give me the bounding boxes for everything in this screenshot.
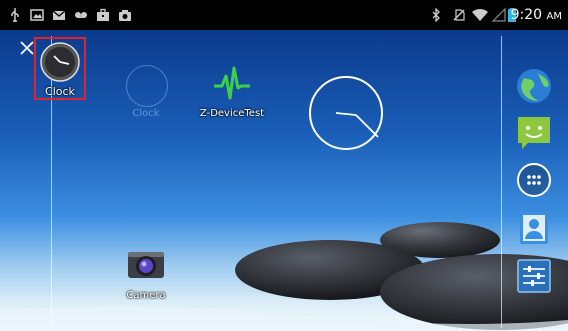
contacts-icon[interactable]	[516, 210, 552, 246]
z-devicetest-app[interactable]: Z-DeviceTest	[194, 64, 270, 122]
camera-icon	[128, 252, 164, 278]
clock-placeholder[interactable]: Clock	[118, 65, 174, 123]
camera-notification-icon	[119, 10, 131, 21]
camera-label: Camera	[126, 290, 166, 301]
placeholder-circle-icon	[126, 65, 168, 107]
close-icon[interactable]	[19, 40, 35, 56]
z-devicetest-label: Z-DeviceTest	[199, 108, 265, 119]
camera-app[interactable]: Camera	[120, 248, 172, 304]
dragged-clock-app[interactable]: Clock	[34, 37, 86, 100]
browser-icon[interactable]	[516, 68, 552, 104]
clock-icon	[40, 42, 80, 82]
edit-area-right-border	[501, 36, 502, 328]
home-screen: 9:20 AM Clock Clock Z-DeviceTest Camera	[0, 0, 568, 331]
status-time-value: 9:20	[510, 7, 543, 23]
placeholder-clock-label: Clock	[132, 108, 160, 119]
bluetooth-icon	[432, 8, 440, 22]
settings-icon[interactable]	[516, 258, 552, 294]
voicemail-icon	[75, 12, 87, 18]
clock-hour-hand	[335, 112, 357, 116]
dragged-clock-label: Clock	[45, 85, 75, 98]
status-time: 9:20 AM	[511, 7, 562, 25]
all-apps-icon[interactable]	[516, 162, 552, 198]
wifi-icon	[472, 8, 488, 21]
usb-icon	[11, 8, 19, 22]
analog-clock-widget[interactable]	[308, 75, 384, 151]
heartbeat-icon	[214, 66, 250, 100]
status-ampm: AM	[546, 11, 562, 22]
gmail-icon	[52, 10, 66, 20]
status-bar: 9:20 AM	[0, 0, 568, 30]
signal-icon	[492, 8, 506, 22]
no-sim-icon	[453, 9, 465, 21]
clock-minute-hand	[355, 114, 379, 138]
messaging-icon[interactable]	[516, 114, 552, 150]
briefcase-icon	[97, 8, 109, 21]
gallery-icon	[30, 9, 44, 21]
